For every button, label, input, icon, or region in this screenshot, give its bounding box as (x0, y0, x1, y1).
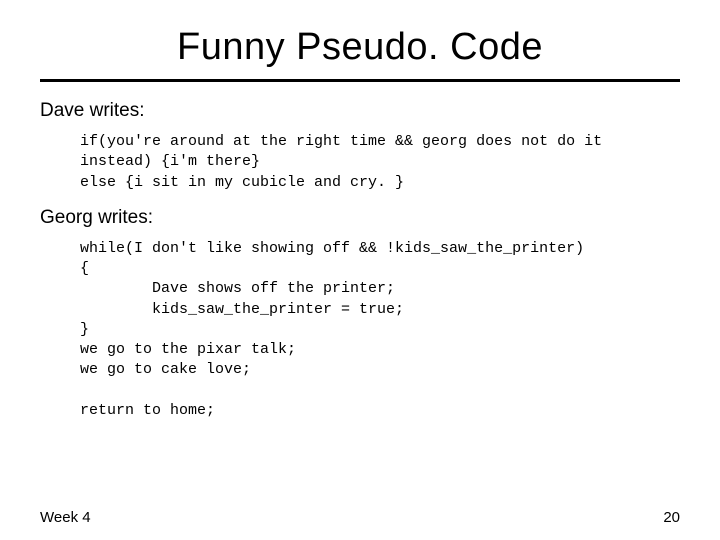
dave-code-block: if(you're around at the right time && ge… (80, 132, 680, 193)
footer-left: Week 4 (40, 509, 91, 526)
slide-title: Funny Pseudo. Code (40, 26, 680, 69)
slide: Funny Pseudo. Code Dave writes: if(you'r… (0, 0, 720, 540)
title-divider (40, 79, 680, 82)
slide-footer: Week 4 20 (40, 509, 680, 526)
georg-code-block: while(I don't like showing off && !kids_… (80, 239, 680, 421)
footer-right: 20 (663, 509, 680, 526)
georg-label: Georg writes: (40, 207, 680, 229)
dave-label: Dave writes: (40, 100, 680, 122)
